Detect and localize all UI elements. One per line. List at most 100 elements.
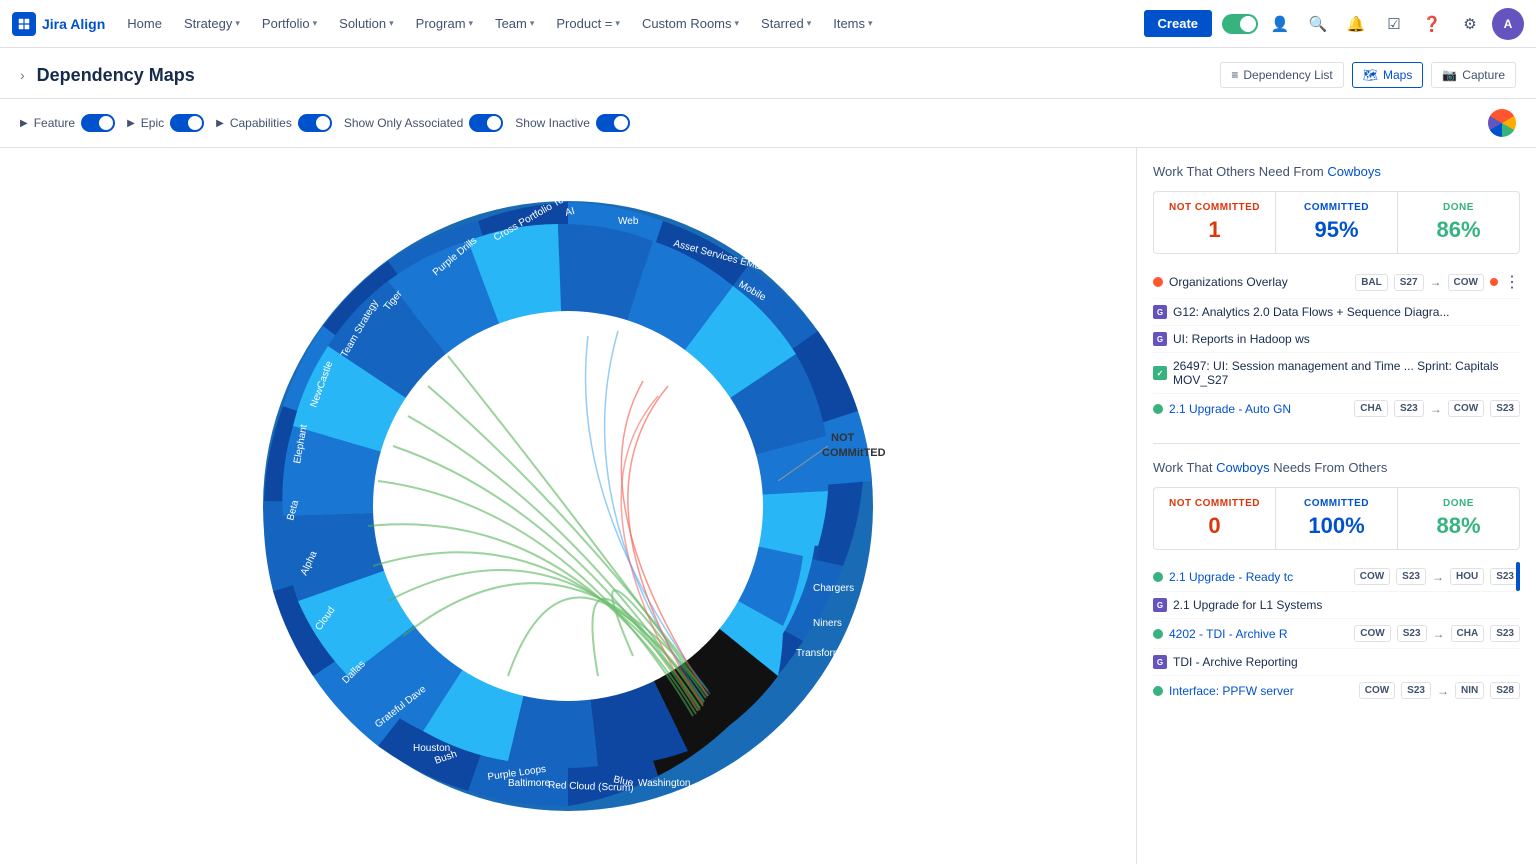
epic-label: Epic bbox=[141, 116, 164, 130]
chord-diagram: Cowboys Washington Baltimore Houston Tra… bbox=[248, 186, 888, 826]
from-sprint-s27: S27 bbox=[1394, 274, 1424, 291]
dep-upgrade-ready-text[interactable]: 2.1 Upgrade - Ready tc bbox=[1169, 570, 1348, 584]
dep-ppfw-text[interactable]: Interface: PPFW server bbox=[1169, 684, 1353, 698]
dep-dot-green-ready bbox=[1153, 572, 1163, 582]
svg-text:NOT: NOT bbox=[831, 432, 855, 444]
dep-item-org-overlay: Organizations Overlay BAL S27 → COW ⋮ bbox=[1153, 266, 1520, 299]
dep-icon-ui-reports: G bbox=[1153, 332, 1167, 346]
help-icon[interactable]: ❓ bbox=[1416, 8, 1448, 40]
nav-custom-rooms[interactable]: Custom Rooms▾ bbox=[632, 10, 749, 37]
logo-icon bbox=[12, 12, 36, 36]
section1-team-link[interactable]: Cowboys bbox=[1327, 164, 1380, 179]
dep-tdi-archive-text[interactable]: 4202 - TDI - Archive R bbox=[1169, 627, 1348, 641]
dep-item-ui-reports: G UI: Reports in Hadoop ws bbox=[1153, 326, 1520, 353]
capabilities-toggle[interactable] bbox=[298, 114, 332, 132]
feature-arrow: ▶ bbox=[20, 118, 28, 129]
dep-g12-text[interactable]: G12: Analytics 2.0 Data Flows + Sequence… bbox=[1173, 305, 1520, 319]
nav-home[interactable]: Home bbox=[117, 10, 172, 37]
stats-row-2: NOT COMMITTED 0 COMMITTED 100% DONE 88% bbox=[1153, 487, 1520, 550]
create-button[interactable]: Create bbox=[1144, 10, 1212, 37]
dep-upgrade-l1-text[interactable]: 2.1 Upgrade for L1 Systems bbox=[1173, 598, 1520, 612]
settings-icon[interactable]: ⚙ bbox=[1454, 8, 1486, 40]
badge-cow3: COW bbox=[1354, 568, 1390, 585]
dep-item-g12: G G12: Analytics 2.0 Data Flows + Sequen… bbox=[1153, 299, 1520, 326]
filter-show-only-associated: Show Only Associated bbox=[344, 114, 503, 132]
stats-row-1: NOT COMMITTED 1 COMMITTED 95% DONE 86% bbox=[1153, 191, 1520, 254]
sidebar-toggle[interactable]: › bbox=[20, 67, 25, 83]
badge-cha2: CHA bbox=[1451, 625, 1485, 642]
feature-toggle[interactable] bbox=[81, 114, 115, 132]
show-inactive-label: Show Inactive bbox=[515, 116, 590, 130]
badge-s23-c: S23 bbox=[1397, 625, 1427, 642]
to-sprint-s23: S23 bbox=[1490, 400, 1520, 417]
arrow-icon-3: → bbox=[1432, 570, 1444, 584]
tasks-icon[interactable]: ☑ bbox=[1378, 8, 1410, 40]
stat-not-committed-2: NOT COMMITTED 0 bbox=[1154, 488, 1276, 549]
main-content: Cowboys Washington Baltimore Houston Tra… bbox=[0, 148, 1536, 864]
app-logo[interactable]: Jira Align bbox=[12, 12, 105, 36]
color-wheel-icon[interactable] bbox=[1488, 109, 1516, 137]
feature-label: Feature bbox=[34, 116, 75, 130]
filter-epic: ▶ Epic bbox=[127, 114, 204, 132]
section1-title: Work That Others Need From Cowboys bbox=[1153, 164, 1520, 179]
dep-session-text[interactable]: 26497: UI: Session management and Time .… bbox=[1173, 359, 1414, 373]
nav-icons: 👤 🔍 🔔 ☑ ❓ ⚙ A bbox=[1222, 8, 1524, 40]
diagram-area[interactable]: Cowboys Washington Baltimore Houston Tra… bbox=[0, 148, 1136, 864]
section2-team-link[interactable]: Cowboys bbox=[1216, 460, 1269, 475]
dep-upgrade-auto-text[interactable]: 2.1 Upgrade - Auto GN bbox=[1169, 402, 1348, 416]
arrow-icon-4: → bbox=[1433, 627, 1445, 641]
dep-ui-reports-text[interactable]: UI: Reports in Hadoop ws bbox=[1173, 332, 1520, 346]
list-icon: ≡ bbox=[1231, 68, 1238, 82]
notifications-icon[interactable]: 🔔 bbox=[1340, 8, 1372, 40]
top-navigation: Jira Align Home Strategy▾ Portfolio▾ Sol… bbox=[0, 0, 1536, 48]
svg-text:Baltimore: Baltimore bbox=[508, 778, 551, 789]
filter-show-inactive: Show Inactive bbox=[515, 114, 630, 132]
dep-org-overlay-text[interactable]: Organizations Overlay bbox=[1169, 275, 1349, 289]
badge-s23-e: S23 bbox=[1401, 682, 1431, 699]
svg-text:Washington: Washington bbox=[638, 778, 690, 789]
stat-not-committed-1: NOT COMMITTED 1 bbox=[1154, 192, 1276, 253]
dep-item-ppfw: Interface: PPFW server COW S23 → NIN S28 bbox=[1153, 676, 1520, 705]
epic-toggle[interactable] bbox=[170, 114, 204, 132]
maps-button[interactable]: 🗺 Maps bbox=[1352, 62, 1424, 88]
nav-team[interactable]: Team▾ bbox=[485, 10, 544, 37]
svg-text:Niners: Niners bbox=[813, 618, 842, 629]
dep-tdi-reporting-text[interactable]: TDI - Archive Reporting bbox=[1173, 655, 1520, 669]
search-icon[interactable]: 🔍 bbox=[1302, 8, 1334, 40]
dep-icon-g12: G bbox=[1153, 305, 1167, 319]
show-only-associated-toggle[interactable] bbox=[469, 114, 503, 132]
user-icon[interactable]: 👤 bbox=[1264, 8, 1296, 40]
menu-icon[interactable]: ⋮ bbox=[1504, 272, 1520, 292]
avatar[interactable]: A bbox=[1492, 8, 1524, 40]
badge-cow4: COW bbox=[1354, 625, 1390, 642]
dep-item-session: ✓ 26497: UI: Session management and Time… bbox=[1153, 353, 1520, 394]
nav-product[interactable]: Product =▾ bbox=[546, 10, 630, 37]
capture-button[interactable]: 📷 Capture bbox=[1431, 62, 1516, 88]
nav-program[interactable]: Program▾ bbox=[406, 10, 483, 37]
svg-text:COMMitTED: COMMitTED bbox=[822, 447, 886, 459]
dependency-list-button[interactable]: ≡ Dependency List bbox=[1220, 62, 1343, 88]
nav-strategy[interactable]: Strategy▾ bbox=[174, 10, 250, 37]
right-panel: Work That Others Need From Cowboys NOT C… bbox=[1136, 148, 1536, 864]
nav-starred[interactable]: Starred▾ bbox=[751, 10, 821, 37]
nav-items[interactable]: Items▾ bbox=[823, 10, 882, 37]
svg-text:Chargers: Chargers bbox=[813, 583, 854, 594]
filter-capabilities: ▶ Capabilities bbox=[216, 114, 332, 132]
nav-portfolio[interactable]: Portfolio▾ bbox=[252, 10, 327, 37]
from-sprint-s23: S23 bbox=[1394, 400, 1424, 417]
status-dot-red bbox=[1490, 278, 1498, 286]
page-title: Dependency Maps bbox=[37, 65, 1221, 86]
to-badge-cow2: COW bbox=[1448, 400, 1484, 417]
badge-s23-d: S23 bbox=[1490, 625, 1520, 642]
show-inactive-toggle[interactable] bbox=[596, 114, 630, 132]
dep-dot-green-ppfw bbox=[1153, 686, 1163, 696]
page-header: › Dependency Maps ≡ Dependency List 🗺 Ma… bbox=[0, 48, 1536, 99]
arrow-icon: → bbox=[1430, 275, 1442, 289]
nav-solution[interactable]: Solution▾ bbox=[329, 10, 404, 37]
stat-done-2: DONE 88% bbox=[1398, 488, 1519, 549]
theme-toggle[interactable] bbox=[1222, 14, 1258, 34]
filter-feature: ▶ Feature bbox=[20, 114, 115, 132]
map-icon: 🗺 bbox=[1363, 68, 1378, 82]
dep-icon-l1: G bbox=[1153, 598, 1167, 612]
badge-cow5: COW bbox=[1359, 682, 1395, 699]
